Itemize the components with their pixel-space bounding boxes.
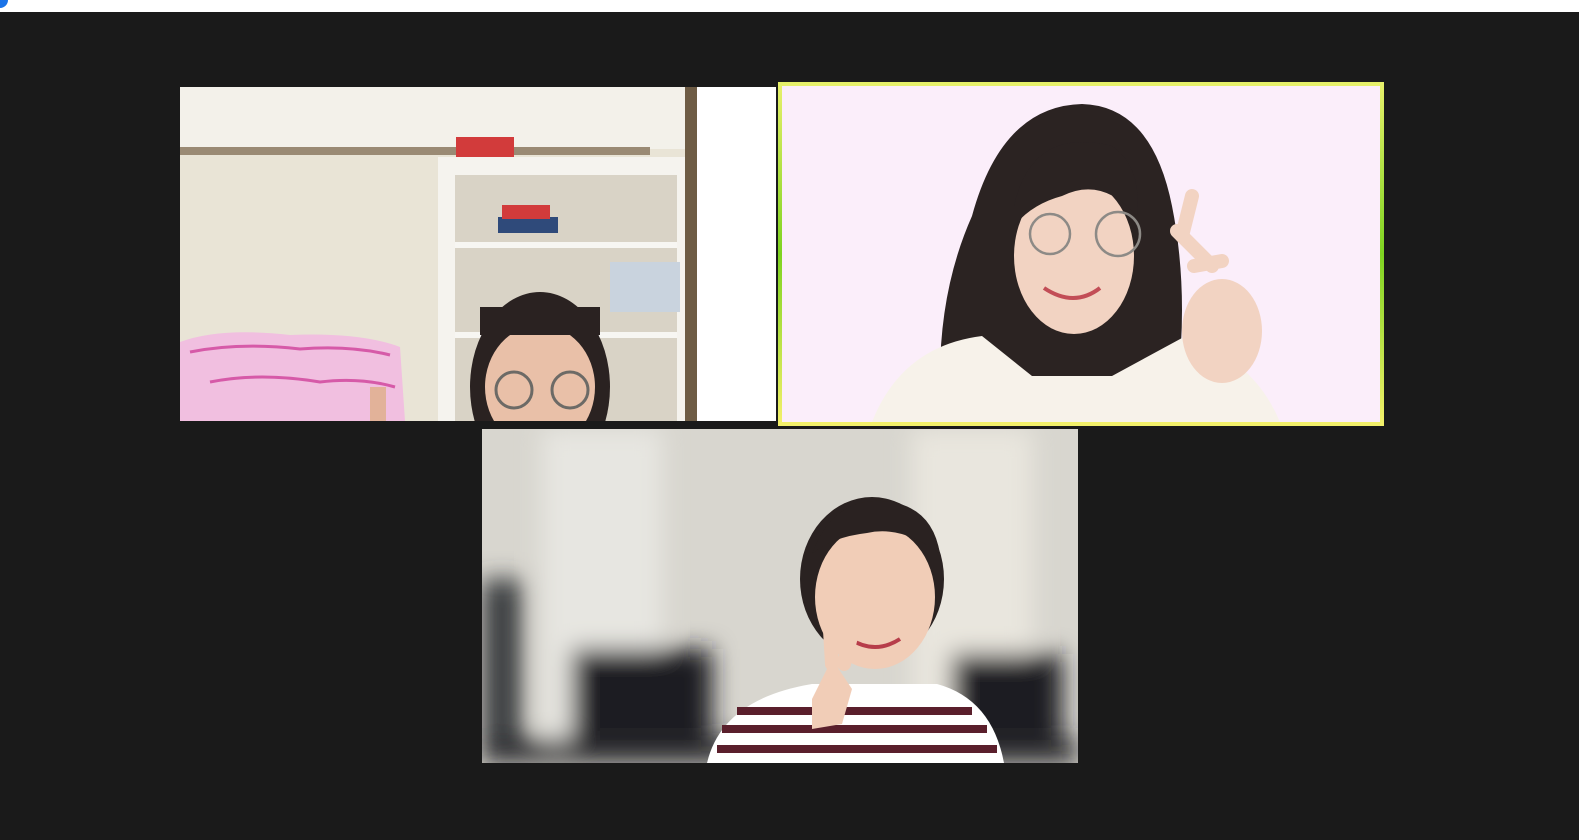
video-gallery xyxy=(0,12,1579,840)
window-top-bar xyxy=(0,0,1579,12)
participant-video-feed xyxy=(180,87,776,421)
video-tile-participant-3[interactable] xyxy=(482,429,1078,763)
window-edge-indicator xyxy=(0,0,8,8)
video-tile-participant-1[interactable] xyxy=(180,87,776,421)
participant-video-feed xyxy=(782,86,1380,422)
video-tile-participant-2[interactable] xyxy=(778,82,1384,426)
participant-video-feed xyxy=(482,429,1078,763)
